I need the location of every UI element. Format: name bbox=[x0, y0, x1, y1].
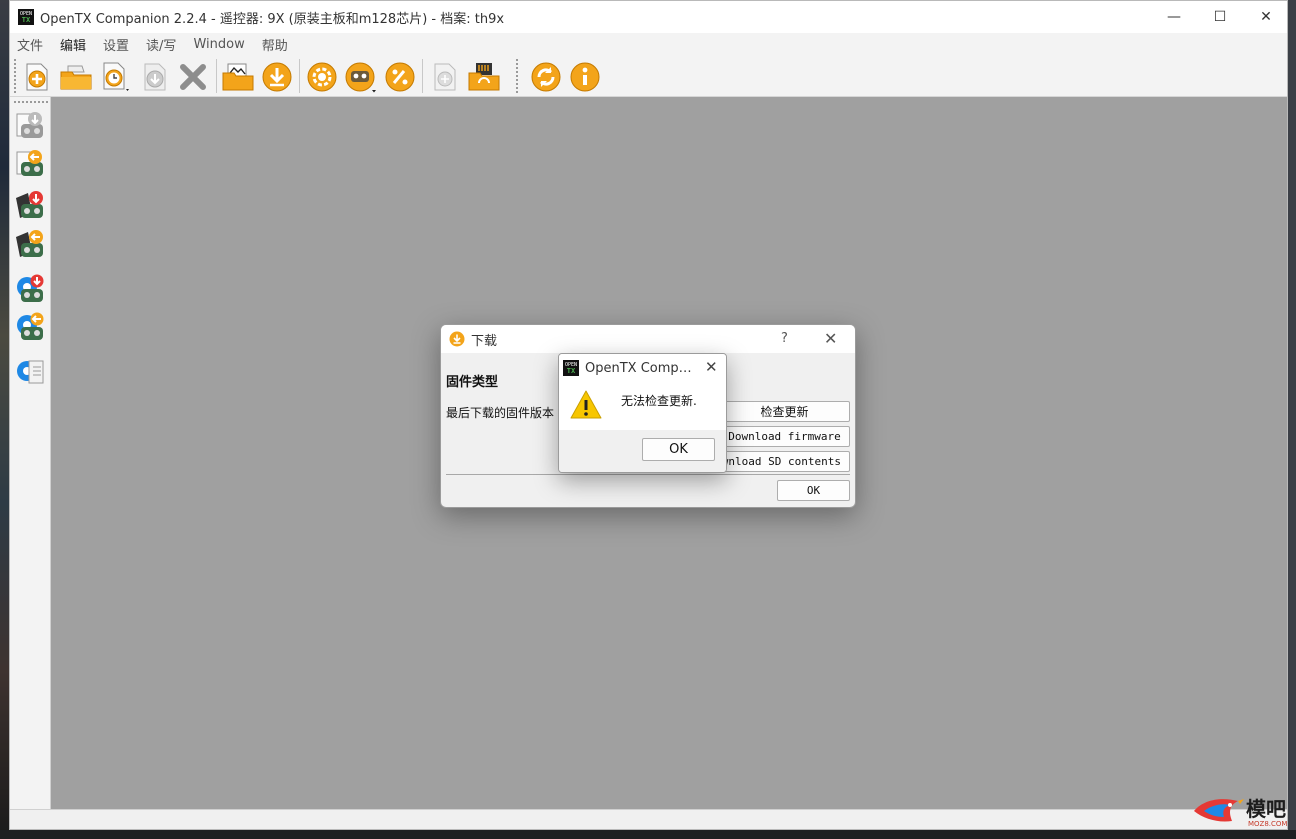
sidebar-grip[interactable] bbox=[14, 101, 48, 104]
compare-icon bbox=[434, 63, 456, 91]
menu-edit[interactable]: 编辑 bbox=[53, 35, 93, 54]
message-ok-button[interactable]: OK bbox=[642, 438, 715, 461]
about-button[interactable] bbox=[568, 60, 602, 94]
message-box-body: 无法检查更新. bbox=[559, 382, 726, 430]
left-toolbar bbox=[10, 97, 51, 809]
toolbar-grip[interactable] bbox=[14, 59, 17, 93]
minimize-icon: — bbox=[1167, 9, 1181, 25]
read-radio-icon bbox=[16, 191, 43, 218]
watermark: 模吧 MOZ8.COM bbox=[1190, 791, 1290, 831]
write-firmware-button[interactable] bbox=[14, 310, 48, 344]
sd-sync-icon bbox=[468, 63, 500, 91]
customize-icon bbox=[385, 62, 415, 92]
about-icon bbox=[570, 62, 600, 92]
close-file-button[interactable] bbox=[176, 60, 210, 94]
download-button[interactable] bbox=[260, 60, 294, 94]
title-bar: OPEN TX OpenTX Companion 2.2.4 - 遥控器: 9X… bbox=[10, 1, 1287, 33]
desktop-background-left bbox=[0, 0, 9, 839]
app-logo-text-bottom: TX bbox=[21, 16, 31, 24]
write-firmware-icon bbox=[17, 312, 44, 340]
menu-help[interactable]: 帮助 bbox=[255, 35, 295, 54]
close-icon: ✕ bbox=[1260, 9, 1272, 25]
download-dialog-title: 下载 bbox=[471, 333, 498, 349]
new-button[interactable] bbox=[20, 60, 54, 94]
message-box-footer: OK bbox=[559, 430, 726, 472]
toolbar-separator bbox=[299, 59, 300, 93]
minimize-button[interactable]: — bbox=[1151, 1, 1197, 33]
update-icon bbox=[531, 62, 561, 92]
update-button[interactable] bbox=[529, 60, 563, 94]
read-models-icon bbox=[16, 112, 43, 138]
download-icon bbox=[449, 331, 465, 347]
toolbar-separator bbox=[216, 59, 217, 93]
backup-icon bbox=[17, 360, 44, 384]
write-models-button[interactable] bbox=[14, 147, 48, 181]
write-models-icon bbox=[16, 150, 43, 176]
save-icon bbox=[144, 63, 166, 91]
recent-button[interactable] bbox=[99, 60, 133, 94]
backup-button[interactable] bbox=[14, 354, 48, 388]
status-bar bbox=[10, 809, 1287, 829]
menu-settings[interactable]: 设置 bbox=[96, 35, 136, 54]
desktop-taskbar-edge bbox=[0, 830, 1296, 839]
dialog-close-button[interactable]: ✕ bbox=[824, 329, 837, 348]
download-icon bbox=[262, 62, 292, 92]
new-icon bbox=[26, 63, 48, 91]
toolbar-grip[interactable] bbox=[516, 59, 519, 93]
customize-button[interactable] bbox=[383, 60, 417, 94]
window-title: OpenTX Companion 2.2.4 - 遥控器: 9X (原装主板和m… bbox=[40, 11, 505, 27]
watermark-subtext: MOZ8.COM bbox=[1248, 820, 1288, 828]
read-radio-button[interactable] bbox=[14, 189, 48, 223]
sd-sync-button[interactable] bbox=[467, 60, 501, 94]
download-sd-contents-button[interactable]: Download SD contents bbox=[719, 451, 850, 472]
close-button[interactable]: ✕ bbox=[1243, 1, 1287, 33]
read-firmware-icon bbox=[17, 274, 44, 302]
bird-logo-icon bbox=[1194, 799, 1244, 822]
read-models-button[interactable] bbox=[14, 109, 48, 143]
open-icon bbox=[60, 65, 92, 90]
dialog-separator bbox=[446, 474, 850, 475]
menu-bar: 文件 编辑 设置 读/写 Window 帮助 bbox=[10, 33, 1287, 55]
message-box-title: OpenTX Companion bbox=[585, 360, 697, 376]
check-update-button[interactable]: 检查更新 bbox=[719, 401, 850, 422]
menu-file[interactable]: 文件 bbox=[10, 35, 50, 54]
toolbar-separator bbox=[422, 59, 423, 93]
warning-icon bbox=[570, 390, 602, 419]
main-toolbar bbox=[10, 55, 1287, 97]
save-button[interactable] bbox=[138, 60, 172, 94]
last-firmware-version-label: 最后下载的固件版本 bbox=[446, 406, 555, 420]
open-button[interactable] bbox=[59, 60, 93, 94]
message-box: OPEN TX OpenTX Companion ✕ 无法检查更新. OK bbox=[558, 353, 727, 473]
maximize-button[interactable]: ☐ bbox=[1197, 1, 1243, 33]
settings-button[interactable] bbox=[305, 60, 339, 94]
compare-button[interactable] bbox=[428, 60, 462, 94]
logs-button[interactable] bbox=[221, 60, 255, 94]
download-firmware-button[interactable]: Download firmware bbox=[719, 426, 850, 447]
message-box-titlebar: OPEN TX OpenTX Companion ✕ bbox=[559, 354, 726, 382]
message-text: 无法检查更新. bbox=[621, 394, 697, 408]
watermark-text: 模吧 bbox=[1246, 797, 1286, 821]
menu-read-write[interactable]: 读/写 bbox=[139, 35, 183, 54]
logs-icon bbox=[222, 63, 254, 91]
app-logo-icon: OPEN TX bbox=[18, 9, 34, 25]
help-button[interactable]: ? bbox=[781, 331, 788, 346]
message-box-close-button[interactable]: ✕ bbox=[705, 358, 718, 376]
firmware-type-label: 固件类型 bbox=[446, 375, 499, 390]
write-radio-button[interactable] bbox=[14, 228, 48, 262]
profile-icon bbox=[345, 62, 376, 93]
app-logo-text-bottom: TX bbox=[566, 367, 576, 375]
dialog-ok-button[interactable]: OK bbox=[777, 480, 850, 501]
settings-icon bbox=[307, 62, 337, 92]
menu-window[interactable]: Window bbox=[186, 37, 251, 52]
read-firmware-button[interactable] bbox=[14, 272, 48, 306]
download-dialog-titlebar: 下载 ? ✕ bbox=[441, 325, 855, 353]
radio-profile-button[interactable] bbox=[344, 60, 378, 94]
write-radio-icon bbox=[16, 230, 43, 257]
maximize-icon: ☐ bbox=[1213, 9, 1227, 25]
desktop-background-right bbox=[1287, 0, 1296, 839]
close-file-icon bbox=[180, 64, 206, 90]
recent-icon bbox=[103, 62, 129, 91]
app-logo-icon: OPEN TX bbox=[563, 360, 579, 376]
